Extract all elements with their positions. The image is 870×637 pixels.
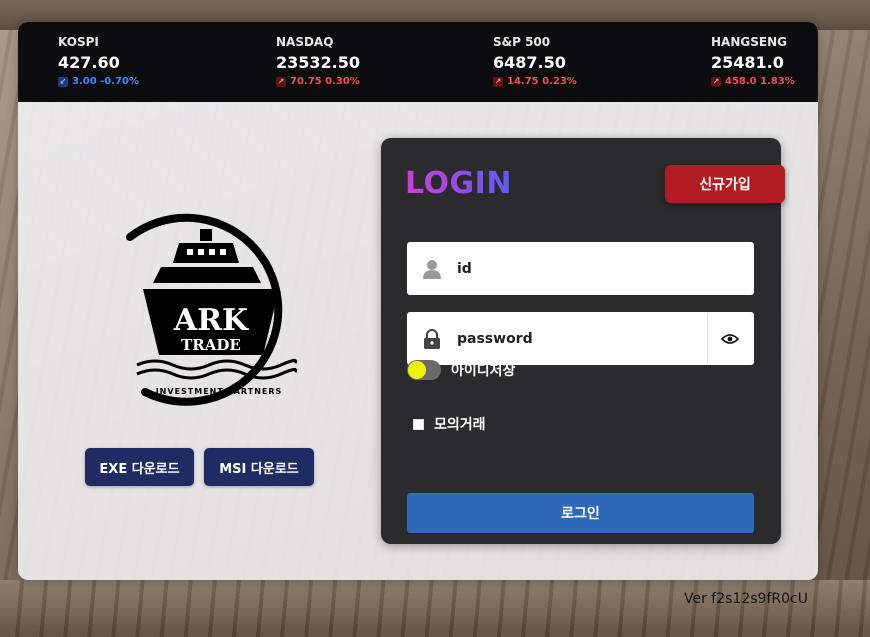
ticker-nasdaq: NASDAQ 23532.50 ↗ 70.75 0.30%: [276, 35, 436, 87]
eye-icon[interactable]: [717, 326, 743, 352]
ticker-price: 6487.50: [493, 53, 566, 72]
arrow-up-icon: ↗: [276, 76, 286, 87]
signup-button[interactable]: 신규가입: [665, 165, 785, 203]
save-id-row: 아이디저장: [407, 360, 515, 380]
ticker-change-value: 14.75 0.23%: [507, 76, 577, 87]
ticker-change: ↙ 3.00 -0.70%: [58, 76, 218, 87]
exe-download-button[interactable]: EXE 다운로드: [85, 448, 194, 486]
ticker-name: HANGSENG: [711, 35, 787, 49]
login-panel: LOGIN 신규가입 id password 아이디저장 모의거래 로그인: [381, 138, 785, 544]
version-label: Ver f2s12s9fR0cU: [684, 591, 808, 607]
ticker-price: 25481.0: [711, 53, 784, 72]
arrow-up-icon: ↗: [493, 76, 503, 87]
mock-trade-checkbox[interactable]: [413, 418, 424, 430]
password-input[interactable]: password: [407, 312, 754, 365]
ticker-change: ↗ 70.75 0.30%: [276, 76, 436, 87]
ticker-change-value: 458.0 1.83%: [725, 76, 795, 87]
password-value: password: [457, 330, 533, 347]
id-value: id: [457, 260, 472, 277]
logo-text-ark: ARK: [173, 303, 249, 338]
logo-graphic: ARK TRADE INVESTMENT PARTNERS: [126, 213, 298, 406]
ticker-kospi: KOSPI 427.60 ↙ 3.00 -0.70%: [58, 35, 218, 87]
main-card: KOSPI 427.60 ↙ 3.00 -0.70% NASDAQ 23532.…: [18, 22, 818, 580]
ticker-name: NASDAQ: [276, 35, 334, 49]
arrow-down-icon: ↙: [58, 76, 68, 87]
logo-tagline: INVESTMENT PARTNERS: [156, 387, 283, 396]
ticker-price: 23532.50: [276, 53, 361, 72]
lock-icon: [407, 328, 457, 349]
ticker-name: KOSPI: [58, 35, 99, 49]
ticker-name: S&P 500: [493, 35, 551, 49]
background-bottom: [0, 580, 870, 637]
id-input[interactable]: id: [407, 242, 754, 295]
ticker-hangseng: HANGSENG 25481.0 ↗ 458.0 1.83%: [711, 35, 818, 87]
login-button[interactable]: 로그인: [407, 493, 754, 533]
ticker-change-value: 3.00 -0.70%: [72, 76, 139, 87]
ark-trade-logo: ARK TRADE INVESTMENT PARTNERS: [115, 197, 315, 427]
ticker-change: ↗ 14.75 0.23%: [493, 76, 653, 87]
mock-trade-label: 모의거래: [434, 417, 486, 433]
user-icon: [407, 259, 457, 279]
ticker-price: 427.60: [58, 53, 120, 72]
arrow-up-icon: ↗: [711, 76, 721, 87]
logo-text-trade: TRADE: [181, 336, 241, 354]
save-id-toggle[interactable]: [407, 360, 441, 380]
ticker-change-value: 70.75 0.30%: [290, 76, 360, 87]
ticker-bar: KOSPI 427.60 ↙ 3.00 -0.70% NASDAQ 23532.…: [18, 22, 818, 102]
msi-download-button[interactable]: MSI 다운로드: [204, 448, 314, 486]
toggle-knob: [408, 361, 426, 379]
mock-trade-row: 모의거래: [413, 414, 486, 434]
save-id-label: 아이디저장: [451, 363, 516, 379]
login-title: LOGIN: [405, 166, 512, 201]
password-divider: [707, 314, 708, 363]
ticker-sp500: S&P 500 6487.50 ↗ 14.75 0.23%: [493, 35, 653, 87]
ticker-change: ↗ 458.0 1.83%: [711, 76, 818, 87]
